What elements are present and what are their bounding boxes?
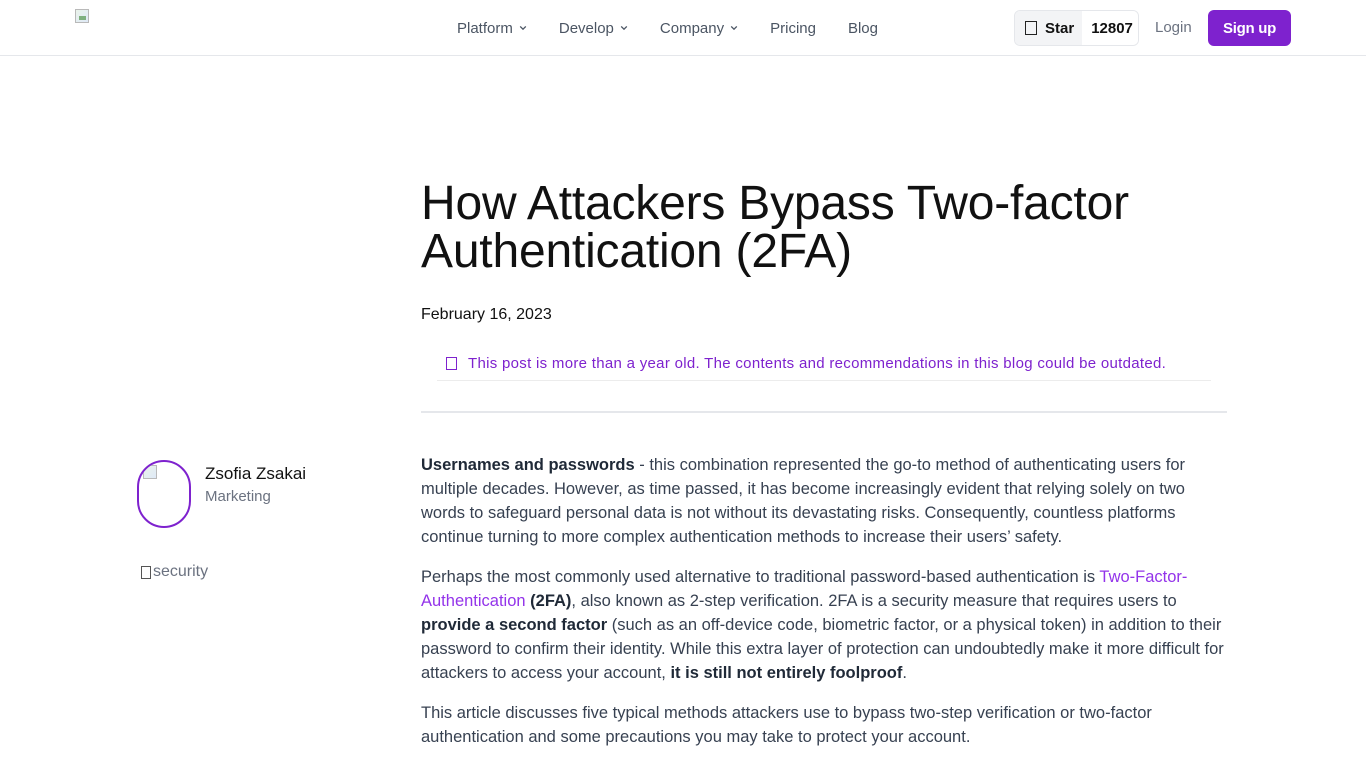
article-body: Usernames and passwords - this combinati… xyxy=(421,453,1227,765)
bold-text: provide a second factor xyxy=(421,616,608,634)
chevron-down-icon xyxy=(519,25,527,31)
paragraph: Usernames and passwords - this combinati… xyxy=(421,453,1227,549)
bold-text: it is still not entirely foolproof xyxy=(670,664,903,682)
divider xyxy=(421,411,1227,413)
nav-company-label: Company xyxy=(659,19,725,37)
nav-platform[interactable]: Platform xyxy=(457,20,527,37)
paragraph-text: Perhaps the most commonly used alternati… xyxy=(421,568,1100,586)
article-date: February 16, 2023 xyxy=(421,306,552,323)
site-header: Platform Develop Company Pricing Blog St… xyxy=(0,0,1366,56)
tag-security[interactable]: security xyxy=(141,563,208,581)
author-role: Marketing xyxy=(205,488,271,505)
star-count[interactable]: 12807 xyxy=(1082,11,1138,45)
info-icon xyxy=(446,356,457,370)
tag-icon xyxy=(141,565,151,579)
nav-develop-label: Develop xyxy=(558,19,614,37)
signup-button[interactable]: Sign up xyxy=(1208,10,1291,46)
tag-label: security xyxy=(153,563,209,580)
article-title: How Attackers Bypass Two-factor Authenti… xyxy=(421,177,1129,278)
author-avatar xyxy=(137,460,191,528)
nav-develop[interactable]: Develop xyxy=(559,20,628,37)
main-nav: Platform Develop Company Pricing Blog xyxy=(457,0,910,56)
nav-blog-label: Blog xyxy=(847,19,878,37)
bold-text: Usernames and passwords xyxy=(421,456,635,474)
chevron-down-icon xyxy=(730,25,738,31)
chevron-down-icon xyxy=(620,25,628,31)
nav-pricing[interactable]: Pricing xyxy=(770,20,816,37)
paragraph: Perhaps the most commonly used alternati… xyxy=(421,565,1227,685)
star-label: Star xyxy=(1045,19,1075,37)
github-star-button[interactable]: Star xyxy=(1015,11,1083,45)
broken-image-icon xyxy=(143,465,157,479)
broken-image-icon xyxy=(75,9,89,23)
nav-pricing-label: Pricing xyxy=(770,19,816,37)
paragraph-text: , also known as 2-step verification. 2FA… xyxy=(571,592,1177,610)
github-icon xyxy=(1025,21,1037,35)
bold-text: (2FA) xyxy=(525,592,572,610)
nav-blog[interactable]: Blog xyxy=(848,20,878,37)
paragraph: This article discusses five typical meth… xyxy=(421,704,1152,746)
nav-platform-label: Platform xyxy=(457,19,513,37)
login-link[interactable]: Login xyxy=(1155,19,1192,36)
paragraph-text: . xyxy=(902,664,907,682)
github-star-widget[interactable]: Star 12807 xyxy=(1014,10,1139,46)
nav-company[interactable]: Company xyxy=(660,20,738,37)
author-name: Zsofia Zsakai xyxy=(205,464,307,483)
outdated-notice-text: This post is more than a year old. The c… xyxy=(468,354,1167,372)
logo[interactable] xyxy=(75,9,91,25)
outdated-notice: This post is more than a year old. The c… xyxy=(437,346,1211,381)
